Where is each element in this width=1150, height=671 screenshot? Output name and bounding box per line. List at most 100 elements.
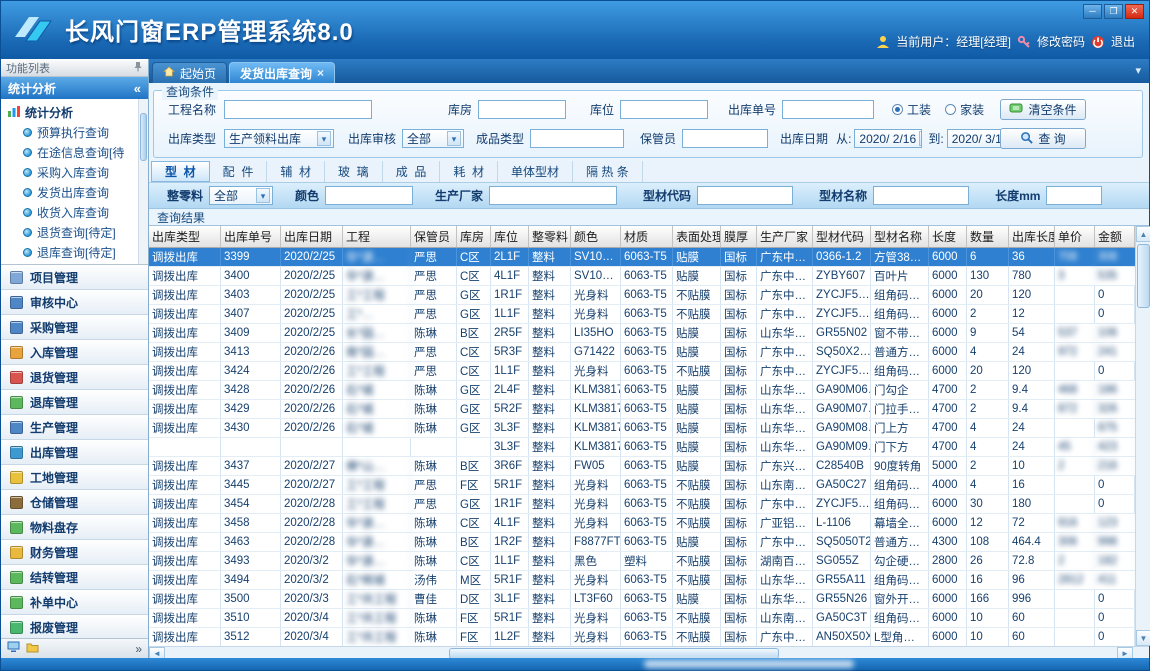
search-button[interactable]: 查 询 [1000, 128, 1086, 149]
column-header[interactable]: 库房 [457, 226, 491, 247]
table-row[interactable]: 调拨出库34302020/2/26石*城陈琳G区3L3F整料KLM3817606… [149, 419, 1135, 438]
sidebar-group-header[interactable]: 统计分析 « [1, 77, 148, 99]
sidebar-item[interactable]: 出库管理 [1, 440, 148, 465]
color-input[interactable] [325, 186, 413, 205]
column-header[interactable]: 生产厂家 [757, 226, 813, 247]
table-row[interactable]: 3L3F整料KLM38176063-T5贴膜国标山东华…GA90M09…门下方4… [149, 438, 1135, 457]
sidebar-item[interactable]: 工地管理 [1, 465, 148, 490]
sidebar-item[interactable]: 项目管理 [1, 265, 148, 290]
column-header[interactable]: 单价 [1055, 226, 1095, 247]
material-tab[interactable]: 型 材 [151, 161, 210, 182]
maximize-button[interactable]: ❐ [1104, 4, 1123, 19]
tree-item[interactable]: 发货出库查询 [7, 182, 136, 202]
sidebar-item[interactable]: 财务管理 [1, 540, 148, 565]
column-header[interactable]: 出库长度 [1009, 226, 1055, 247]
column-header[interactable]: 表面处理 [673, 226, 721, 247]
table-row[interactable]: 调拨出库34542020/2/28工*工程严思G区1R1F整料光身料6063-T… [149, 495, 1135, 514]
column-header[interactable]: 整零料 [529, 226, 571, 247]
length-input[interactable] [1046, 186, 1102, 205]
table-row[interactable]: 调拨出库34282020/2/26石*城陈琳G区2L4F整料KLM3817606… [149, 381, 1135, 400]
column-header[interactable]: 保管员 [411, 226, 457, 247]
column-header[interactable]: 长度 [929, 226, 967, 247]
vertical-scrollbar[interactable]: ▲ ▼ [1135, 226, 1150, 646]
table-row[interactable]: 调拨出库34072020/2/25工*…严思G区1L1F整料光身料6063-T5… [149, 305, 1135, 324]
table-row[interactable]: 调拨出库34032020/2/25工*工程严思G区1R1F整料光身料6063-T… [149, 286, 1135, 305]
table-row[interactable]: 调拨出库34372020/2/27佛*山…陈琳B区3R6F整料FW056063-… [149, 457, 1135, 476]
column-header[interactable]: 型材名称 [871, 226, 929, 247]
table-row[interactable]: 调拨出库34092020/2/25长*园…陈琳B区2R5F整料LI35HO606… [149, 324, 1135, 343]
scroll-down-icon[interactable]: ▼ [1136, 630, 1150, 646]
change-password-link[interactable]: 修改密码 [1037, 33, 1085, 50]
material-tab[interactable]: 玻 璃 [325, 161, 383, 182]
vertical-scrollbar-thumb[interactable] [1137, 244, 1150, 308]
tree-item[interactable]: 收货入库查询 [7, 202, 136, 222]
sidebar-item[interactable]: 报废管理 [1, 615, 148, 638]
sidebar-item[interactable]: 审核中心 [1, 290, 148, 315]
table-row[interactable]: 调拨出库34942020/3/2石*辉城汤伟M区5R1F整料光身料6063-T5… [149, 571, 1135, 590]
table-row[interactable]: 调拨出库35002020/3/3工*共工程曹佳D区3L1F整料LT3F60606… [149, 590, 1135, 609]
table-row[interactable]: 调拨出库34002020/2/25华*源…严思C区4L1F整料SV10…6063… [149, 267, 1135, 286]
tab-list-dropdown-icon[interactable]: ▾ [1135, 64, 1141, 77]
sidebar-item[interactable]: 退库管理 [1, 390, 148, 415]
table-row[interactable]: 调拨出库34292020/2/26石*城陈琳G区5R2F整料KLM3817606… [149, 400, 1135, 419]
radio-gongzhuang[interactable]: 工装 [892, 101, 931, 118]
column-header[interactable]: 材质 [621, 226, 673, 247]
chevron-double-right-icon[interactable]: » [135, 642, 142, 656]
tree-root[interactable]: 统计分析 [7, 102, 136, 122]
material-tab[interactable]: 配 件 [210, 161, 268, 182]
material-tab[interactable]: 成 品 [383, 161, 441, 182]
whole-piece-select[interactable]: 全部 ▾ [209, 186, 273, 205]
table-row[interactable]: 调拨出库35122020/3/4工*共工程陈琳F区1L2F整料光身料6063-T… [149, 628, 1135, 646]
column-header[interactable]: 出库类型 [149, 226, 221, 247]
audit-select[interactable]: 全部 ▾ [402, 129, 464, 148]
material-tab[interactable]: 耗 材 [440, 161, 498, 182]
logout-link[interactable]: 退出 [1111, 33, 1135, 50]
table-row[interactable]: 调拨出库34632020/2/28华*源…陈琳B区1R2F整料F8877FT60… [149, 533, 1135, 552]
table-row[interactable]: 调拨出库34452020/2/27工*工程严思F区5R1F整料光身料6063-T… [149, 476, 1135, 495]
sidebar-item[interactable]: 采购管理 [1, 315, 148, 340]
table-row[interactable]: 调拨出库34132020/2/26南*园…严思C区5R3F整料G71422606… [149, 343, 1135, 362]
clear-button[interactable]: 清空条件 [1000, 99, 1086, 120]
tree-scrollbar-thumb[interactable] [140, 113, 147, 161]
sidebar-item[interactable]: 生产管理 [1, 415, 148, 440]
material-tab[interactable]: 隔 热 条 [573, 161, 643, 182]
project-name-input[interactable] [224, 100, 372, 119]
profile-code-input[interactable] [697, 186, 793, 205]
column-header[interactable]: 数量 [967, 226, 1009, 247]
tree-item[interactable]: 在途信息查询[待 [7, 142, 136, 162]
minimize-button[interactable]: ─ [1083, 4, 1102, 19]
folder-icon[interactable] [26, 642, 39, 656]
tab-outbound-query[interactable]: 发货出库查询 × [229, 62, 335, 83]
tree-scrollbar[interactable] [138, 99, 148, 264]
material-tab[interactable]: 单体型材 [498, 161, 573, 182]
tree-item[interactable]: 退货查询[待定] [7, 222, 136, 242]
material-tab[interactable]: 辅 材 [267, 161, 325, 182]
table-row[interactable]: 调拨出库35102020/3/4工*共工程陈琳F区5R1F整料光身料6063-T… [149, 609, 1135, 628]
sidebar-item[interactable]: 结转管理 [1, 565, 148, 590]
outbound-type-select[interactable]: 生产领料出库 ▾ [224, 129, 334, 148]
column-header[interactable]: 出库单号 [221, 226, 281, 247]
column-header[interactable]: 颜色 [571, 226, 621, 247]
radio-jiazhuang[interactable]: 家装 [945, 101, 984, 118]
tab-home[interactable]: 起始页 [152, 62, 227, 83]
factory-input[interactable] [489, 186, 617, 205]
column-header[interactable]: 型材代码 [813, 226, 871, 247]
order-no-input[interactable] [782, 100, 874, 119]
tree-item[interactable]: 退库查询[待定] [7, 242, 136, 262]
sidebar-item[interactable]: 入库管理 [1, 340, 148, 365]
computer-icon[interactable] [7, 641, 20, 656]
tree-item[interactable]: 采购入库查询 [7, 162, 136, 182]
tree-item[interactable]: 预算执行查询 [7, 122, 136, 142]
product-type-input[interactable] [530, 129, 624, 148]
sidebar-item[interactable]: 仓储管理 [1, 490, 148, 515]
column-header[interactable]: 库位 [491, 226, 529, 247]
sidebar-item[interactable]: 补单中心 [1, 590, 148, 615]
column-header[interactable]: 工程 [343, 226, 411, 247]
location-input[interactable] [620, 100, 708, 119]
table-row[interactable]: 调拨出库34582020/2/28华*源…陈琳C区4L1F整料光身料6063-T… [149, 514, 1135, 533]
profile-name-input[interactable] [873, 186, 969, 205]
column-header[interactable]: 金额 [1095, 226, 1135, 247]
close-button[interactable]: ✕ [1125, 4, 1144, 19]
collapse-icon[interactable]: « [134, 81, 141, 96]
column-header[interactable]: 出库日期 [281, 226, 343, 247]
